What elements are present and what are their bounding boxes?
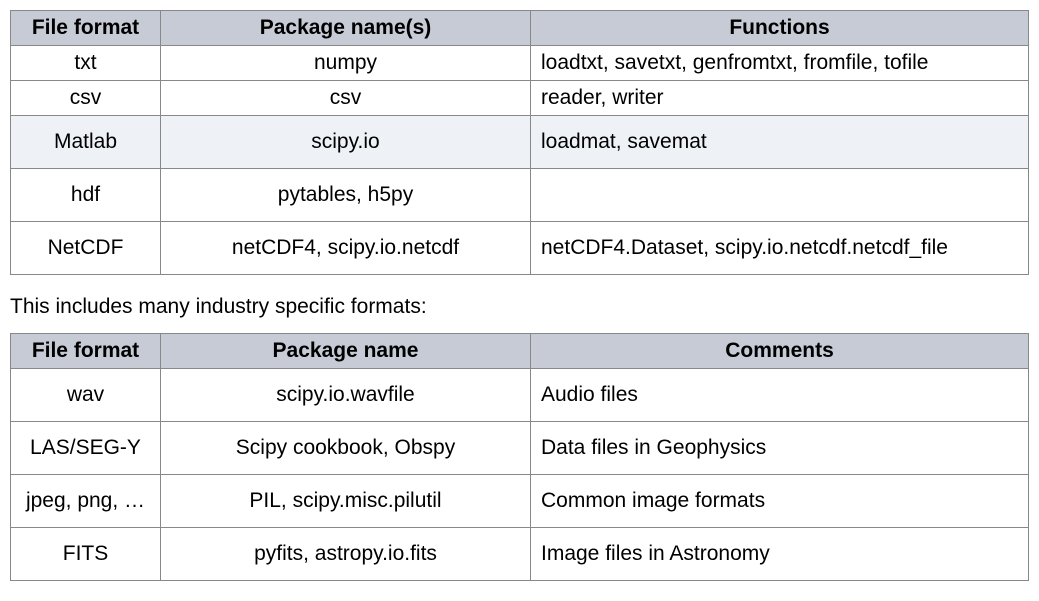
table-row: csvcsvreader, writer xyxy=(11,81,1029,116)
cell-format: txt xyxy=(11,46,161,81)
cell-functions: reader, writer xyxy=(531,81,1029,116)
cell-functions: netCDF4.Dataset, scipy.io.netcdf.netcdf_… xyxy=(531,222,1029,275)
cell-package: numpy xyxy=(161,46,531,81)
cell-package: PIL, scipy.misc.pilutil xyxy=(161,475,531,528)
cell-format: csv xyxy=(11,81,161,116)
formats-table-2: File format Package name Comments wavsci… xyxy=(10,333,1029,581)
cell-format: jpeg, png, … xyxy=(11,475,161,528)
t1-h0: File format xyxy=(11,11,161,46)
table-row: wavscipy.io.wavfileAudio files xyxy=(11,369,1029,422)
t1-h2: Functions xyxy=(531,11,1029,46)
cell-comments: Audio files xyxy=(531,369,1029,422)
cell-functions: loadtxt, savetxt, genfromtxt, fromfile, … xyxy=(531,46,1029,81)
cell-format: hdf xyxy=(11,169,161,222)
t2-h2: Comments xyxy=(531,334,1029,369)
cell-package: Scipy cookbook, Obspy xyxy=(161,422,531,475)
cell-format: NetCDF xyxy=(11,222,161,275)
cell-package: pytables, h5py xyxy=(161,169,531,222)
cell-functions xyxy=(531,169,1029,222)
cell-package: pyfits, astropy.io.fits xyxy=(161,528,531,581)
table-row: NetCDFnetCDF4, scipy.io.netcdfnetCDF4.Da… xyxy=(11,222,1029,275)
table-row: jpeg, png, …PIL, scipy.misc.pilutilCommo… xyxy=(11,475,1029,528)
t1-h1: Package name(s) xyxy=(161,11,531,46)
table-row: txtnumpyloadtxt, savetxt, genfromtxt, fr… xyxy=(11,46,1029,81)
table-row: LAS/SEG-YScipy cookbook, ObspyData files… xyxy=(11,422,1029,475)
formats-table-1: File format Package name(s) Functions tx… xyxy=(10,10,1029,275)
cell-format: Matlab xyxy=(11,116,161,169)
cell-functions: loadmat, savemat xyxy=(531,116,1029,169)
cell-package: scipy.io.wavfile xyxy=(161,369,531,422)
table-row: hdfpytables, h5py xyxy=(11,169,1029,222)
cell-comments: Image files in Astronomy xyxy=(531,528,1029,581)
caption-text: This includes many industry specific for… xyxy=(10,295,1029,319)
table-row: Matlabscipy.ioloadmat, savemat xyxy=(11,116,1029,169)
t2-h1: Package name xyxy=(161,334,531,369)
cell-comments: Data files in Geophysics xyxy=(531,422,1029,475)
cell-format: LAS/SEG-Y xyxy=(11,422,161,475)
cell-package: netCDF4, scipy.io.netcdf xyxy=(161,222,531,275)
cell-package: scipy.io xyxy=(161,116,531,169)
cell-comments: Common image formats xyxy=(531,475,1029,528)
table-row: FITSpyfits, astropy.io.fitsImage files i… xyxy=(11,528,1029,581)
cell-format: wav xyxy=(11,369,161,422)
cell-package: csv xyxy=(161,81,531,116)
t2-h0: File format xyxy=(11,334,161,369)
cell-format: FITS xyxy=(11,528,161,581)
